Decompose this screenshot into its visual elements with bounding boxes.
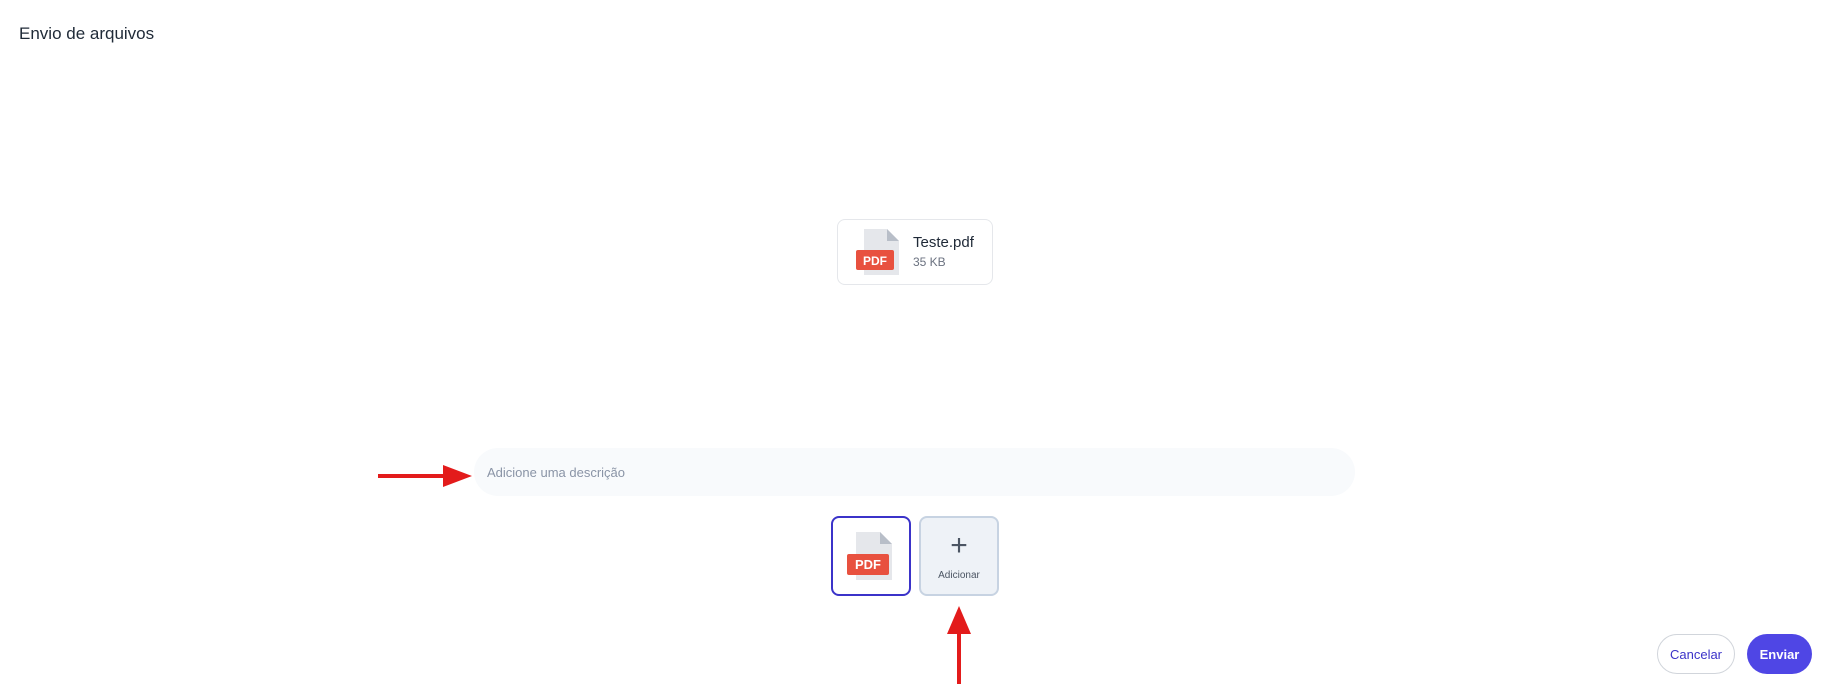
add-file-button[interactable]: + Adicionar (919, 516, 999, 596)
pdf-file-icon: PDF (856, 228, 902, 276)
pdf-badge-label: PDF (855, 557, 881, 572)
file-size: 35 KB (913, 255, 946, 269)
file-upload-screen: Envio de arquivos PDF Teste.pdf 35 KB PD (0, 0, 1825, 689)
file-info: Teste.pdf 35 KB (913, 234, 974, 270)
pdf-file-icon: PDF (847, 531, 895, 581)
cancel-button[interactable]: Cancelar (1657, 634, 1735, 674)
annotation-arrow-up-icon (947, 606, 971, 684)
description-field[interactable] (474, 448, 1355, 496)
plus-icon: + (950, 528, 968, 562)
description-input[interactable] (474, 448, 1355, 496)
selected-file-thumbnail[interactable]: PDF (831, 516, 911, 596)
file-preview-card: PDF Teste.pdf 35 KB (837, 219, 993, 285)
add-file-label: Adicionar (938, 569, 980, 581)
send-button[interactable]: Enviar (1747, 634, 1812, 674)
file-name: Teste.pdf (913, 234, 974, 251)
page-title: Envio de arquivos (19, 24, 155, 43)
pdf-badge-label: PDF (863, 254, 887, 268)
annotation-arrow-right-icon (378, 465, 472, 487)
